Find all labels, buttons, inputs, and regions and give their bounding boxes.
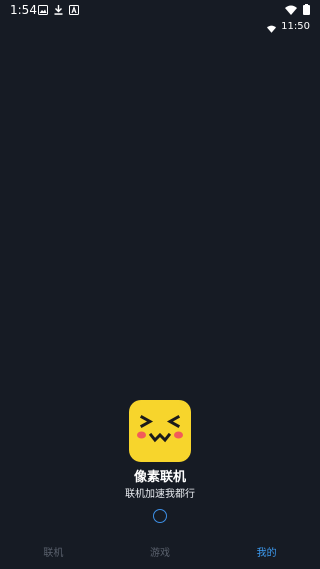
nav-tab-games[interactable]: 游戏	[107, 548, 214, 560]
splash-screen: 1:54 11:50 像素联机 联机加速我都行 联机 游戏 我的	[0, 0, 320, 569]
download-icon	[54, 5, 63, 15]
status-system-icons	[285, 4, 310, 15]
app-tagline: 联机加速我都行	[125, 489, 195, 500]
nav-tab-mine[interactable]: 我的	[213, 548, 320, 560]
status-notification-icons	[38, 4, 79, 16]
notification-a-icon	[69, 5, 79, 15]
status-secondary-time: 11:50	[281, 21, 310, 32]
nav-tab-connect[interactable]: 联机	[0, 548, 107, 560]
status-time: 1:54	[10, 3, 37, 17]
status-bar: 1:54 11:50	[0, 0, 320, 33]
app-name: 像素联机	[133, 470, 186, 485]
pixel-face-icon	[129, 400, 191, 462]
battery-icon	[303, 4, 310, 15]
wifi-small-icon	[267, 18, 277, 37]
image-icon	[38, 5, 48, 15]
loading-spinner-icon	[153, 509, 167, 523]
status-secondary-row: 11:50	[267, 20, 310, 34]
splash-content: 像素联机 联机加速我都行	[0, 400, 320, 523]
bottom-nav: 联机 游戏 我的	[0, 539, 320, 569]
wifi-icon	[285, 5, 297, 15]
